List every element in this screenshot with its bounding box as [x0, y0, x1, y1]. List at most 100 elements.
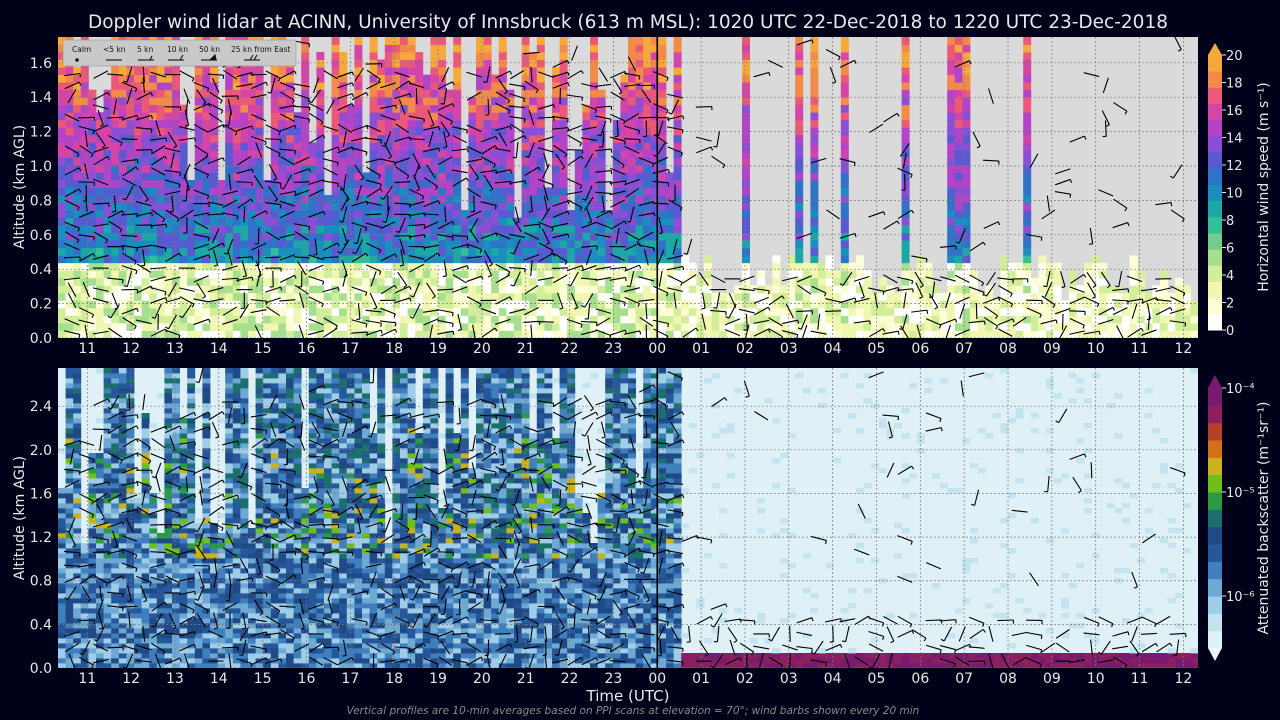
x-tick-label: 12	[122, 341, 140, 357]
colorbar-tick-label: 16	[1226, 104, 1243, 119]
x-tick-label: 04	[824, 671, 842, 687]
y-tick-label: 0.0	[30, 661, 52, 677]
colorbar-tick-label: 10⁻⁵	[1226, 486, 1255, 501]
x-tick-label: 20	[473, 341, 491, 357]
colorbar-extend-arrow	[1208, 43, 1222, 55]
x-tick-label: 00	[648, 341, 666, 357]
x-tick-label: 17	[341, 671, 359, 687]
footnote: Vertical profiles are 10-min averages ba…	[346, 705, 920, 717]
x-tick-label: 02	[736, 341, 754, 357]
x-tick-label: 11	[1131, 671, 1149, 687]
x-tick-label: 10	[1087, 671, 1105, 687]
y-tick-label: 1.0	[30, 159, 52, 175]
backscatter-colorbar-label: Attenuated backscatter (m⁻¹sr⁻¹)	[1256, 402, 1272, 635]
colorbar-extend-arrow-bottom	[1208, 648, 1222, 661]
x-tick-label: 18	[385, 671, 403, 687]
colorbar-tick-label: 10⁻⁶	[1226, 590, 1255, 605]
y-tick-label: 0.8	[30, 574, 52, 590]
x-tick-label: 21	[517, 341, 535, 357]
x-tick-label: 11	[1131, 341, 1149, 357]
x-tick-label: 16	[298, 671, 316, 687]
x-tick-label: 06	[911, 671, 929, 687]
wind-speed-heatmap	[58, 37, 1198, 338]
colorbar-tick-label: 14	[1226, 132, 1243, 147]
x-tick-label: 12	[1174, 341, 1192, 357]
y-tick-label: 1.2	[30, 530, 52, 546]
x-tick-label: 14	[210, 341, 228, 357]
colorbar-extend-arrow-top	[1208, 375, 1222, 388]
colorbar-tick-label: 4	[1226, 269, 1234, 284]
x-tick-label: 18	[385, 341, 403, 357]
x-tick-label: 00	[648, 671, 666, 687]
colorbar-tick-label: 10⁻⁴	[1226, 382, 1255, 397]
y-tick-label: 0.4	[30, 262, 52, 278]
y-tick-label: 0.8	[30, 193, 52, 209]
x-tick-label: 09	[1043, 341, 1061, 357]
x-tick-label: 04	[824, 341, 842, 357]
y-tick-label: 2.4	[30, 399, 52, 415]
y-tick-label: 0.0	[30, 331, 52, 347]
backscatter-colorbar: 10⁻⁴ 10⁻⁵ 10⁻⁶ Attenuated backscatter (m⁻¹…	[1208, 375, 1272, 661]
colorbar-tick-label: 10	[1226, 187, 1243, 202]
y-tick-label: 0.2	[30, 297, 52, 313]
colorbar-tick-label: 18	[1226, 77, 1243, 92]
x-tick-label: 21	[517, 671, 535, 687]
x-tick-label: 13	[166, 341, 184, 357]
wind-speed-panel: 0.0 0.2 0.4 0.6 0.8 1.0 1.2 1.4 1.6 11 12 13 14 15 16…	[12, 37, 1198, 357]
y-tick-label: 1.6	[30, 486, 52, 502]
x-tick-label: 02	[736, 671, 754, 687]
barb-legend-50kn: 50 kn	[199, 45, 220, 54]
barb-legend-calm: Calm	[72, 45, 91, 54]
x-tick-label: 10	[1087, 341, 1105, 357]
barb-legend-lt5kn: <5 kn	[103, 45, 126, 54]
wind-speed-ylabel: Altitude (km AGL)	[12, 125, 28, 249]
y-tick-label: 1.6	[30, 56, 52, 72]
x-tick-label: 09	[1043, 671, 1061, 687]
x-tick-label: 08	[999, 341, 1017, 357]
x-tick-label: 15	[254, 341, 272, 357]
y-tick-label: 0.4	[30, 617, 52, 633]
y-tick-label: 1.4	[30, 90, 52, 106]
colorbar-tick-label: 0	[1226, 324, 1234, 339]
x-tick-label: 22	[561, 671, 579, 687]
barb-legend-10kn: 10 kn	[167, 45, 188, 54]
wind-speed-colorbar-label: Horizontal wind speed (m s⁻¹)	[1256, 82, 1272, 292]
x-tick-label: 14	[210, 671, 228, 687]
x-tick-label: 15	[254, 671, 272, 687]
colorbar-tick-label: 12	[1226, 159, 1243, 174]
y-tick-label: 1.2	[30, 125, 52, 141]
x-tick-label: 05	[868, 671, 886, 687]
wind-speed-x-ticks: 11 12 13 14 15 16 17 18 19 20 21 22 23 00 01 02 03 04 05 06…	[78, 341, 1192, 357]
x-tick-label: 22	[561, 341, 579, 357]
y-tick-label: 0.6	[30, 228, 52, 244]
x-tick-label: 05	[868, 341, 886, 357]
x-tick-label: 23	[604, 671, 622, 687]
x-tick-label: 03	[780, 341, 798, 357]
lidar-figure: 0.0 0.2 0.4 0.6 0.8 1.0 1.2 1.4 1.6 11 12 13 14 15 16…	[12, 37, 1272, 705]
colorbar-tick-label: 2	[1226, 297, 1234, 312]
y-tick-label: 2.0	[30, 443, 52, 459]
barb-legend: Calm <5 kn 5 kn 10 kn 50 kn 25 kn from E…	[62, 39, 297, 67]
x-tick-label: 20	[473, 671, 491, 687]
x-tick-label: 07	[955, 671, 973, 687]
x-axis-label: Time (UTC)	[586, 687, 670, 705]
backscatter-x-ticks: 11 12 13 14 15 16 17 18 19 20 21 22 23 00 01 02 03 04 05 06…	[78, 671, 1192, 687]
x-tick-label: 19	[429, 671, 447, 687]
x-tick-label: 12	[1174, 671, 1192, 687]
x-tick-label: 01	[692, 671, 710, 687]
x-tick-label: 11	[78, 671, 96, 687]
x-tick-label: 11	[78, 341, 96, 357]
colorbar-tick-label: 6	[1226, 242, 1234, 257]
x-tick-label: 12	[122, 671, 140, 687]
colorbar-tick-label: 20	[1226, 49, 1243, 64]
x-tick-label: 23	[604, 341, 622, 357]
x-tick-label: 06	[911, 341, 929, 357]
x-tick-label: 16	[298, 341, 316, 357]
x-tick-label: 01	[692, 341, 710, 357]
colorbar-tick-label: 8	[1226, 214, 1234, 229]
backscatter-ylabel: Altitude (km AGL)	[12, 456, 28, 580]
wind-speed-colorbar: 0 2 4 6 8 10 12 14 16 18 20 Horizontal wind speed …	[1208, 43, 1272, 339]
backscatter-panel: 0.0 0.4 0.8 1.2 1.6 2.0 2.4 11 12 13 14 15 16 17 18 19…	[12, 368, 1198, 705]
x-tick-label: 07	[955, 341, 973, 357]
x-tick-label: 03	[780, 671, 798, 687]
